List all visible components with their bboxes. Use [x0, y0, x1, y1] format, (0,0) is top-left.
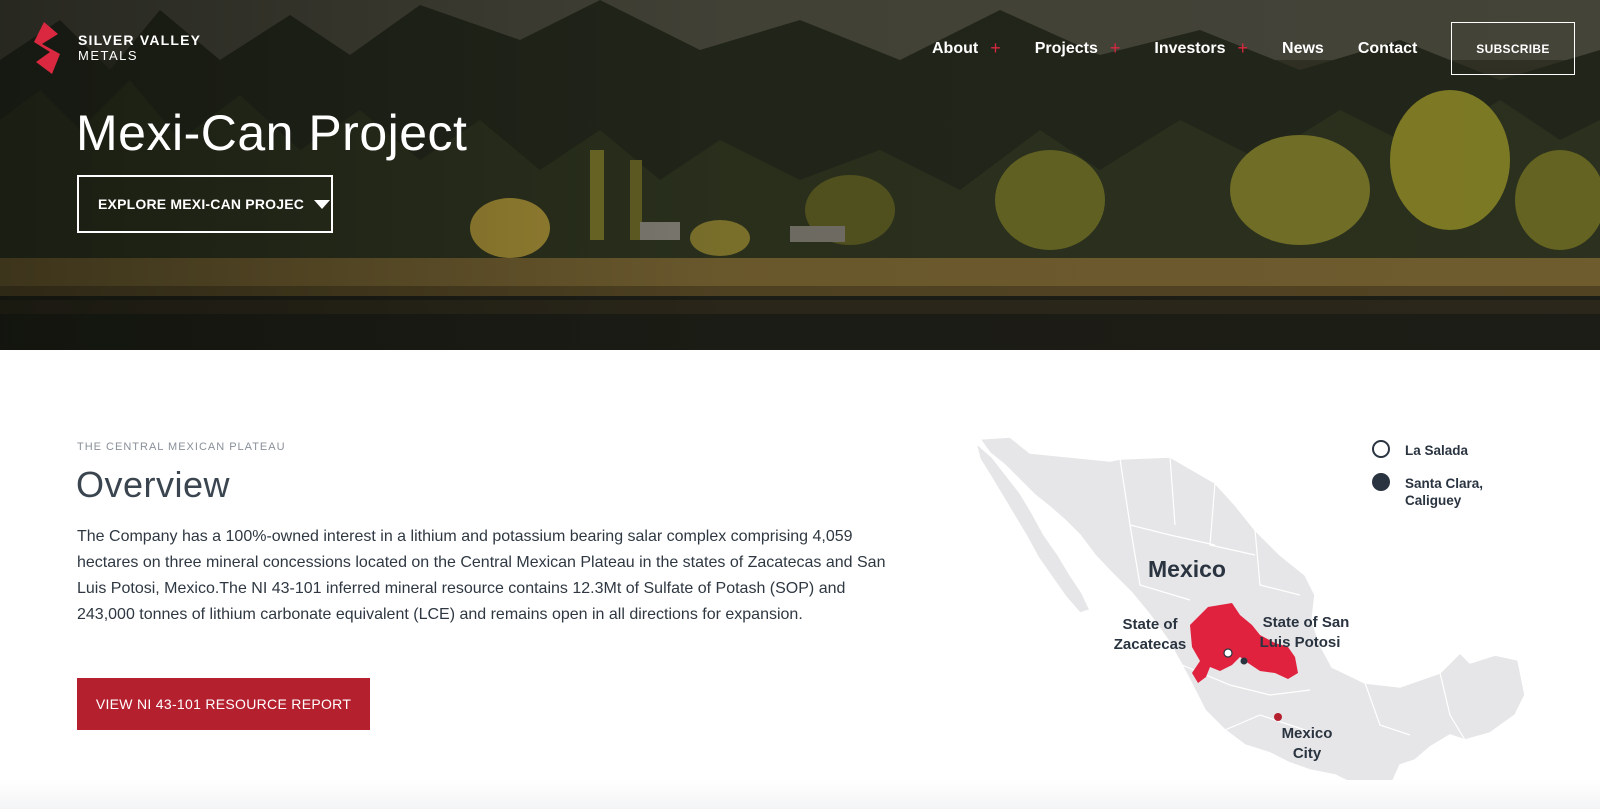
page-title: Mexi-Can Project	[76, 105, 468, 161]
map-label-slp-2: Luis Potosi	[1260, 634, 1341, 651]
overview-paragraph: The Company has a 100%-owned interest in…	[77, 528, 886, 623]
plus-icon: +	[1237, 38, 1249, 58]
nav-item-projects[interactable]: Projects +	[1035, 38, 1121, 59]
caret-down-icon	[314, 199, 331, 209]
map-label-city-2: City	[1293, 745, 1322, 762]
hero-banner: SILVER VALLEY METALS About + Projects + In…	[0, 0, 1600, 350]
plus-icon: +	[990, 38, 1001, 58]
filled-circle-icon	[1372, 473, 1390, 491]
legend-label: Santa Clara, Caliguey	[1405, 476, 1484, 508]
main-nav: About + Projects + Investors + News Contact	[932, 38, 1451, 59]
nav-item-news[interactable]: News	[1282, 40, 1324, 58]
nav-label: About	[932, 39, 979, 57]
explore-label: EXPLORE MEXI-CAN PROJEC	[98, 196, 305, 212]
section-divider	[0, 780, 1600, 809]
la-salada-marker	[1223, 648, 1233, 658]
brand-line1: SILVER VALLEY	[78, 32, 202, 48]
map-label-zacatecas-2: Zacatecas	[1114, 636, 1187, 653]
map-label-slp-1: State of San	[1263, 614, 1350, 631]
brand-name: SILVER VALLEY METALS	[78, 32, 202, 64]
map-label-zacatecas-1: State of	[1122, 616, 1178, 633]
map-legend: La Salada Santa Clara, Caliguey	[1372, 440, 1505, 523]
nav-label: Projects	[1034, 39, 1098, 57]
legend-label: La Salada	[1405, 443, 1469, 458]
mexico-city-marker	[1274, 713, 1282, 721]
nav-label: Investors	[1154, 39, 1226, 57]
brand-logo[interactable]: SILVER VALLEY METALS	[30, 20, 201, 76]
plus-icon: +	[1109, 38, 1121, 58]
map-label-mexico: Mexico	[1148, 556, 1226, 582]
map-label-city-1: Mexico	[1282, 725, 1333, 742]
nav-item-investors[interactable]: Investors +	[1154, 38, 1248, 59]
open-circle-icon	[1372, 440, 1390, 458]
explore-dropdown-button[interactable]: EXPLORE MEXI-CAN PROJEC	[77, 175, 333, 233]
section-title: Overview	[76, 464, 231, 505]
logo-s-icon	[34, 22, 60, 74]
santa-clara-marker	[1240, 657, 1248, 665]
brand-line2: METALS	[78, 48, 139, 63]
legend-item-la-salada: La Salada	[1372, 440, 1505, 459]
resource-report-button[interactable]: VIEW NI 43-101 RESOURCE REPORT	[77, 678, 370, 730]
subscribe-button[interactable]: SUBSCRIBE	[1451, 22, 1575, 75]
legend-item-santa-clara: Santa Clara, Caliguey	[1372, 473, 1505, 509]
nav-item-contact[interactable]: Contact	[1358, 40, 1418, 58]
nav-label: Contact	[1357, 39, 1418, 57]
nav-label: News	[1282, 39, 1324, 57]
section-eyebrow: THE CENTRAL MEXICAN PLATEAU	[77, 441, 286, 453]
nav-item-about[interactable]: About +	[932, 38, 1001, 59]
